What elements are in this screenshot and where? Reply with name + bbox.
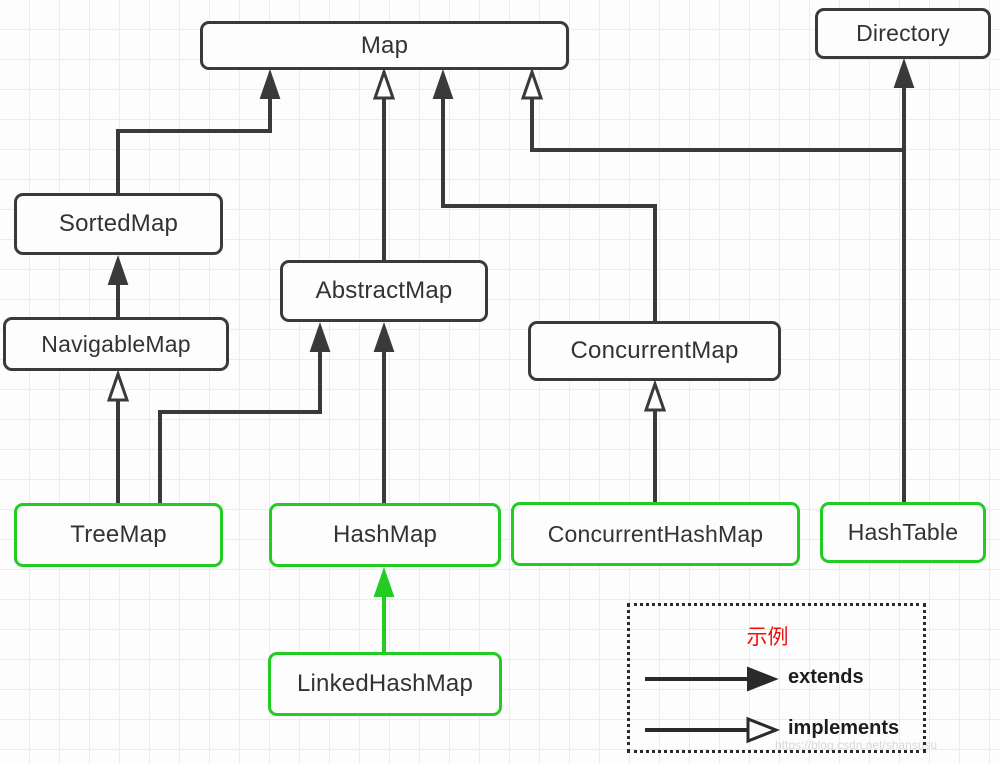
node-treemap[interactable]: TreeMap bbox=[14, 503, 223, 567]
node-label: AbstractMap bbox=[315, 277, 453, 304]
arrowhead-hollow-icon bbox=[520, 67, 544, 100]
node-concurrentmap[interactable]: ConcurrentMap bbox=[528, 321, 781, 381]
diagram-canvas: Map Directory SortedMap AbstractMap Navigabl… bbox=[0, 0, 1000, 764]
node-label: NavigableMap bbox=[41, 330, 191, 357]
edge-hashtable-to-map bbox=[520, 67, 906, 502]
node-label: LinkedHashMap bbox=[296, 670, 474, 697]
node-label: Directory bbox=[856, 20, 950, 46]
node-concurrenthashmap[interactable]: ConcurrentHashMap bbox=[511, 502, 800, 566]
legend-extends-label: extends bbox=[788, 666, 864, 688]
node-label: ConcurrentHashMap bbox=[547, 520, 764, 547]
edge-concurrenthashmap-to-concurrentmap bbox=[643, 379, 667, 502]
edge-navigablemap-to-sortedmap bbox=[107, 254, 129, 317]
edge-hashmap-to-abstractmap bbox=[373, 321, 395, 503]
node-navigablemap[interactable]: NavigableMap bbox=[3, 317, 229, 371]
edge-sortedmap-to-map bbox=[116, 68, 281, 193]
arrowhead-hollow-icon bbox=[372, 67, 396, 100]
edge-line bbox=[158, 350, 322, 503]
edge-treemap-to-navigablemap bbox=[106, 369, 130, 503]
edge-abstractmap-to-map bbox=[372, 67, 396, 260]
node-label: HashMap bbox=[332, 521, 438, 548]
node-linkedhashmap[interactable]: LinkedHashMap bbox=[268, 652, 502, 716]
edge-hashtable-to-directory bbox=[893, 57, 915, 502]
node-label: SortedMap bbox=[58, 210, 179, 237]
arrowhead-hollow-icon bbox=[106, 369, 130, 402]
node-sortedmap[interactable]: SortedMap bbox=[14, 193, 223, 255]
arrowhead-filled-icon bbox=[107, 254, 129, 285]
arrowhead-filled-icon bbox=[373, 321, 395, 352]
node-label: TreeMap bbox=[70, 521, 167, 548]
arrowhead-filled-icon bbox=[309, 321, 331, 352]
edge-line bbox=[530, 97, 906, 502]
node-hashtable[interactable]: HashTable bbox=[820, 502, 986, 563]
node-map[interactable]: Map bbox=[200, 21, 569, 70]
edge-linkedhashmap-to-hashmap bbox=[373, 566, 395, 652]
node-hashmap[interactable]: HashMap bbox=[269, 503, 501, 567]
node-label: ConcurrentMap bbox=[570, 337, 739, 364]
arrowhead-hollow-icon bbox=[643, 379, 667, 412]
node-label: Map bbox=[360, 31, 409, 59]
arrowhead-filled-icon bbox=[259, 68, 281, 99]
arrowhead-filled-icon bbox=[373, 566, 395, 597]
edge-line bbox=[116, 97, 272, 193]
arrowhead-filled-icon bbox=[893, 57, 915, 88]
node-directory[interactable]: Directory bbox=[815, 8, 991, 59]
legend-implements-label: implements bbox=[788, 717, 900, 739]
node-label: HashTable bbox=[847, 519, 959, 545]
node-abstractmap[interactable]: AbstractMap bbox=[280, 260, 488, 322]
legend-title: 示例 bbox=[746, 625, 789, 649]
arrowhead-filled-icon bbox=[432, 68, 454, 99]
